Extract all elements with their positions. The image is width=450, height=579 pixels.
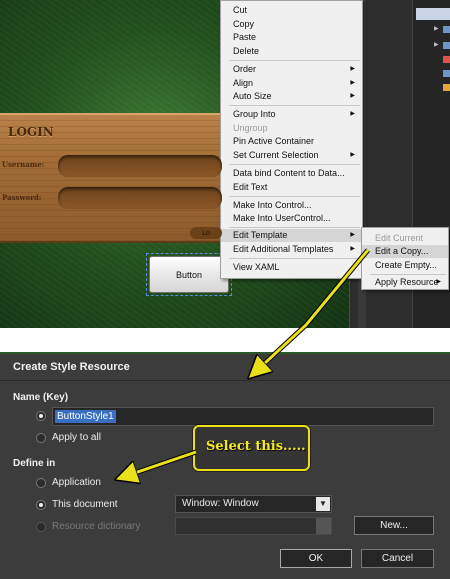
tree-node-icon <box>443 56 450 63</box>
title-divider <box>0 380 450 381</box>
chevron-down-icon <box>316 518 331 534</box>
wood-login-button: Lo <box>190 227 222 239</box>
menu-separator <box>229 60 360 61</box>
menu-item-align[interactable]: Align ▶ <box>221 77 362 90</box>
username-label: Username: <box>2 160 45 169</box>
login-panel: LOGIN Username: Password: Lo <box>0 113 222 243</box>
menu-item-make-into-usercontrol[interactable]: Make Into UserControl... <box>221 212 362 225</box>
dialog-title: Create Style Resource <box>13 361 130 373</box>
tree-node-icon <box>443 70 450 77</box>
name-key-value: ButtonStyle1 <box>55 410 116 423</box>
designer-area: LOGIN Username: Password: Lo Button ▶ ▶ … <box>0 0 450 328</box>
menu-item-group-into[interactable]: Group Into ▶ <box>221 108 362 121</box>
expand-arrow-icon[interactable]: ▶ <box>434 41 439 48</box>
name-key-heading: Name (Key) <box>13 392 69 403</box>
submenu-item-create-empty[interactable]: Create Empty... <box>362 259 448 272</box>
menu-item-ungroup: Ungroup <box>233 123 268 133</box>
menu-item-order[interactable]: Order ▶ <box>221 63 362 76</box>
document-select[interactable]: Window: Window ▼ <box>175 495 332 513</box>
menu-item-label: Auto Size <box>233 91 272 101</box>
menu-item-set-current-selection[interactable]: Set Current Selection ▶ <box>221 149 362 162</box>
menu-item-edit-text[interactable]: Edit Text <box>221 181 362 194</box>
resource-dictionary-label: Resource dictionary <box>52 521 141 532</box>
menu-item-edit-template[interactable]: Edit Template ▶ <box>221 229 362 242</box>
new-button[interactable]: New... <box>354 516 434 535</box>
this-document-label: This document <box>52 499 118 510</box>
menu-item-label: Edit Template <box>233 230 288 240</box>
context-menu: Cut Copy Paste Delete Order ▶ Align ▶ Auto… <box>220 0 363 279</box>
menu-item-delete[interactable]: Delete <box>221 45 362 58</box>
define-in-heading: Define in <box>13 458 56 469</box>
menu-item-data-bind[interactable]: Data bind Content to Data... <box>221 167 362 180</box>
menu-item-cut[interactable]: Cut <box>221 4 362 17</box>
submenu-item-apply-resource[interactable]: Apply Resource ▶ <box>362 276 448 289</box>
chevron-down-icon[interactable]: ▼ <box>316 497 330 511</box>
tree-node-icon <box>443 26 450 33</box>
menu-item-label: Edit Additional Templates <box>233 244 334 254</box>
login-title: LOGIN <box>8 125 54 139</box>
artboard-button[interactable]: Button <box>149 256 229 293</box>
ok-button[interactable]: OK <box>280 549 352 568</box>
submenu-arrow-icon: ▶ <box>350 93 355 99</box>
tree-node-icon <box>443 42 450 49</box>
apply-to-all-label: Apply to all <box>52 432 101 443</box>
password-label: Password: <box>2 193 42 202</box>
submenu-item-edit-current: Edit Current <box>375 233 424 243</box>
menu-item-label: Group Into <box>233 109 276 119</box>
application-label: Application <box>52 477 101 488</box>
cancel-button[interactable]: Cancel <box>361 549 434 568</box>
expand-arrow-icon[interactable]: ▶ <box>434 25 439 32</box>
menu-item-label: Set Current Selection <box>233 150 319 160</box>
resource-dictionary-radio <box>36 522 46 532</box>
menu-item-edit-additional-templates[interactable]: Edit Additional Templates ▶ <box>221 243 362 256</box>
menu-separator <box>229 164 360 165</box>
menu-item-label: Align <box>233 78 254 88</box>
submenu-arrow-icon: ▶ <box>350 232 355 238</box>
edit-template-submenu: Edit Current Edit a Copy... Create Empty… <box>361 227 449 290</box>
submenu-arrow-icon: ▶ <box>436 279 441 285</box>
application-radio[interactable] <box>36 478 46 488</box>
submenu-arrow-icon: ▶ <box>350 66 355 72</box>
submenu-arrow-icon: ▶ <box>350 152 355 158</box>
menu-item-make-into-control[interactable]: Make Into Control... <box>221 199 362 212</box>
submenu-arrow-icon: ▶ <box>350 111 355 117</box>
menu-separator <box>229 258 360 259</box>
name-key-input[interactable]: ButtonStyle1 <box>52 407 434 426</box>
menu-item-label: Order <box>233 64 257 74</box>
menu-item-pin-active-container[interactable]: Pin Active Container <box>221 135 362 148</box>
resource-dictionary-select <box>175 517 332 535</box>
annotation-text: Select this..... <box>206 439 306 454</box>
submenu-arrow-icon: ▶ <box>350 246 355 252</box>
menu-item-label: Apply Resource <box>375 277 439 287</box>
tree-node-icon <box>443 84 450 91</box>
name-radio[interactable] <box>36 411 46 421</box>
menu-separator <box>229 196 360 197</box>
menu-separator <box>229 105 360 106</box>
menu-item-paste[interactable]: Paste <box>221 31 362 44</box>
menu-item-auto-size[interactable]: Auto Size ▶ <box>221 90 362 103</box>
menu-separator <box>370 274 446 275</box>
apply-to-all-radio[interactable] <box>36 433 46 443</box>
document-select-value: Window: Window <box>182 498 259 509</box>
submenu-item-edit-a-copy[interactable]: Edit a Copy... <box>362 245 448 258</box>
menu-item-view-xaml[interactable]: View XAML <box>221 261 362 274</box>
tree-row-selected[interactable] <box>416 8 450 20</box>
menu-separator <box>229 227 360 228</box>
username-field <box>58 155 222 177</box>
password-field <box>58 187 222 209</box>
submenu-arrow-icon: ▶ <box>350 80 355 86</box>
menu-item-copy[interactable]: Copy <box>221 18 362 31</box>
this-document-radio[interactable] <box>36 500 46 510</box>
